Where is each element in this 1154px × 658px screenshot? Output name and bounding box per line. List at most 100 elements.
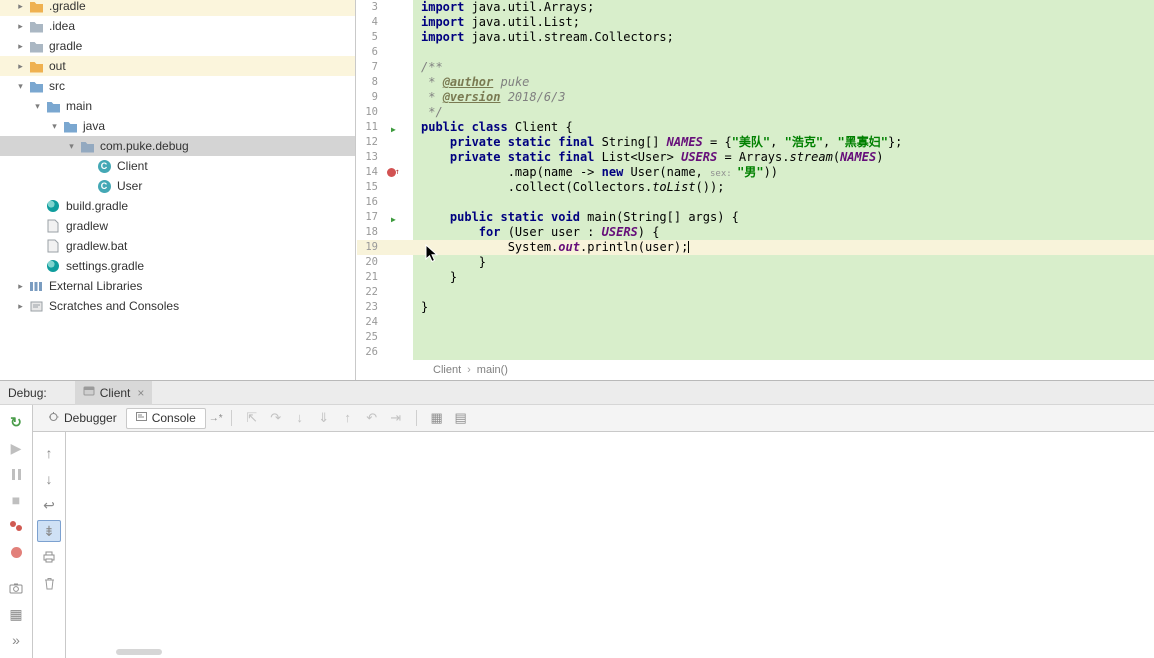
expand-arrow-icon[interactable]: ▸ bbox=[14, 41, 27, 52]
tree-item--idea[interactable]: ▸.idea bbox=[0, 16, 355, 36]
debug-session-tab[interactable]: Client × bbox=[75, 381, 153, 405]
more-options-icon[interactable]: » bbox=[4, 629, 28, 651]
rerun-icon[interactable]: ↻ bbox=[4, 411, 28, 433]
code-line-19[interactable]: 19 System.out.println(user); bbox=[357, 240, 1154, 255]
code-line-24[interactable]: 24 bbox=[357, 315, 1154, 330]
run-to-cursor-icon[interactable]: ⇥ bbox=[384, 407, 408, 429]
view-breakpoints-icon[interactable] bbox=[4, 515, 28, 537]
gutter bbox=[383, 255, 413, 270]
code-line-9[interactable]: 9 * @version 2018/6/3 bbox=[357, 90, 1154, 105]
thread-dump-camera-icon[interactable] bbox=[4, 577, 28, 599]
tree-item-settings-gradle[interactable]: settings.gradle bbox=[0, 256, 355, 276]
folder-icon bbox=[27, 80, 45, 93]
tree-item-gradle[interactable]: ▸ gradle bbox=[0, 36, 355, 56]
step-out-icon[interactable]: ↑ bbox=[336, 407, 360, 429]
restore-layout-icon[interactable]: ▦ bbox=[425, 407, 449, 429]
tree-item-external-libraries[interactable]: ▸External Libraries bbox=[0, 276, 355, 296]
run-gutter-icon[interactable]: ▶ bbox=[383, 210, 413, 225]
tree-item-build-gradle[interactable]: build.gradle bbox=[0, 196, 355, 216]
tree-item-com-puke-debug[interactable]: ▾com.puke.debug bbox=[0, 136, 355, 156]
pause-program-icon[interactable] bbox=[4, 463, 28, 485]
code-line-21[interactable]: 21 } bbox=[357, 270, 1154, 285]
mute-breakpoints-icon[interactable] bbox=[4, 541, 28, 563]
code-line-12[interactable]: 12 private static final String[] NAMES =… bbox=[357, 135, 1154, 150]
tree-item-client[interactable]: CClient bbox=[0, 156, 355, 176]
use-soft-wraps-icon[interactable]: ↩ bbox=[37, 494, 61, 516]
up-the-stack-icon[interactable]: ↑ bbox=[37, 442, 61, 464]
code-text: } bbox=[413, 300, 1154, 315]
tree-item-main[interactable]: ▾main bbox=[0, 96, 355, 116]
tab-console[interactable]: Console bbox=[126, 408, 206, 429]
code-line-23[interactable]: 23} bbox=[357, 300, 1154, 315]
code-line-20[interactable]: 20 } bbox=[357, 255, 1154, 270]
gutter bbox=[383, 225, 413, 240]
code-line-10[interactable]: 10 */ bbox=[357, 105, 1154, 120]
code-text: import java.util.Arrays; bbox=[413, 0, 1154, 15]
editor-lines: 3import java.util.Arrays;4import java.ut… bbox=[357, 0, 1154, 360]
gutter bbox=[383, 345, 413, 360]
horizontal-scrollbar[interactable] bbox=[116, 649, 162, 655]
down-the-stack-icon[interactable]: ↓ bbox=[37, 468, 61, 490]
ide-window: ▸.gradle▸.idea▸gradle▸out▾src▾main▾java▾… bbox=[0, 0, 1154, 658]
code-line-6[interactable]: 6 bbox=[357, 45, 1154, 60]
tree-item-label: gradle bbox=[49, 39, 82, 53]
code-line-18[interactable]: 18 for (User user : USERS) { bbox=[357, 225, 1154, 240]
collapse-arrow-icon[interactable]: ▾ bbox=[31, 101, 44, 112]
code-line-3[interactable]: 3import java.util.Arrays; bbox=[357, 0, 1154, 15]
code-line-7[interactable]: 7/** bbox=[357, 60, 1154, 75]
code-line-16[interactable]: 16 bbox=[357, 195, 1154, 210]
step-into-icon[interactable]: ↓ bbox=[288, 407, 312, 429]
code-line-17[interactable]: 17▶ public static void main(String[] arg… bbox=[357, 210, 1154, 225]
tree-item-label: settings.gradle bbox=[66, 259, 144, 273]
drop-frame-icon[interactable]: ↶ bbox=[360, 407, 384, 429]
restore-layout-icon[interactable]: ▦ bbox=[4, 603, 28, 625]
folder-icon bbox=[27, 20, 45, 33]
code-line-11[interactable]: 11▶public class Client { bbox=[357, 120, 1154, 135]
tree-item-label: .gradle bbox=[49, 0, 86, 13]
code-line-15[interactable]: 15 .collect(Collectors.toList()); bbox=[357, 180, 1154, 195]
breadcrumb-class[interactable]: Client bbox=[433, 364, 461, 376]
tree-item-java[interactable]: ▾ java bbox=[0, 116, 355, 136]
step-over-icon[interactable]: ↷ bbox=[264, 407, 288, 429]
tree-item-gradlew[interactable]: gradlew bbox=[0, 216, 355, 236]
resume-program-icon[interactable]: ▶ bbox=[4, 437, 28, 459]
breadcrumb-method[interactable]: main() bbox=[477, 364, 508, 376]
force-step-into-icon[interactable]: ⇓ bbox=[312, 407, 336, 429]
scroll-to-end-icon[interactable]: ⇟ bbox=[37, 520, 61, 542]
code-line-26[interactable]: 26 bbox=[357, 345, 1154, 360]
tree-item-gradlew-bat[interactable]: gradlew.bat bbox=[0, 236, 355, 256]
tree-item-scratches-and-consoles[interactable]: ▸Scratches and Consoles bbox=[0, 296, 355, 316]
expand-arrow-icon[interactable]: ▸ bbox=[14, 301, 27, 312]
close-icon[interactable]: × bbox=[137, 386, 144, 400]
tree-item-label: java bbox=[83, 119, 105, 133]
console-output[interactable] bbox=[66, 432, 1154, 658]
code-line-4[interactable]: 4import java.util.List; bbox=[357, 15, 1154, 30]
expand-arrow-icon[interactable]: ▸ bbox=[14, 61, 27, 72]
tree-item-out[interactable]: ▸out bbox=[0, 56, 355, 76]
code-line-13[interactable]: 13 private static final List<User> USERS… bbox=[357, 150, 1154, 165]
collapse-arrow-icon[interactable]: ▾ bbox=[65, 141, 78, 152]
show-execution-point-icon[interactable]: ⇱ bbox=[240, 407, 264, 429]
tree-item-src[interactable]: ▾src bbox=[0, 76, 355, 96]
print-icon[interactable] bbox=[37, 546, 61, 568]
run-gutter-icon[interactable]: ▶ bbox=[383, 120, 413, 135]
code-text bbox=[413, 195, 1154, 210]
code-line-5[interactable]: 5import java.util.stream.Collectors; bbox=[357, 30, 1154, 45]
stop-process-icon[interactable]: ■ bbox=[4, 489, 28, 511]
code-line-25[interactable]: 25 bbox=[357, 330, 1154, 345]
expand-arrow-icon[interactable]: ▸ bbox=[14, 281, 27, 292]
code-line-8[interactable]: 8 * @author puke bbox=[357, 75, 1154, 90]
collapse-arrow-icon[interactable]: ▾ bbox=[48, 121, 61, 132]
expand-arrow-icon[interactable]: ▸ bbox=[14, 21, 27, 32]
tree-item-user[interactable]: CUser bbox=[0, 176, 355, 196]
tab-debugger[interactable]: Debugger bbox=[39, 408, 126, 429]
breakpoint-gutter-icon[interactable] bbox=[383, 165, 413, 180]
tree-item--gradle[interactable]: ▸ .gradle bbox=[0, 0, 355, 16]
expand-arrow-icon[interactable]: ▸ bbox=[14, 1, 27, 12]
console-output-indicator: →* bbox=[209, 413, 223, 424]
code-line-22[interactable]: 22 bbox=[357, 285, 1154, 300]
code-line-14[interactable]: 14 .map(name -> new User(name, sex: "男")… bbox=[357, 165, 1154, 180]
clear-all-icon[interactable] bbox=[37, 572, 61, 594]
layout-settings-icon[interactable]: ▤ bbox=[449, 407, 473, 429]
collapse-arrow-icon[interactable]: ▾ bbox=[14, 81, 27, 92]
